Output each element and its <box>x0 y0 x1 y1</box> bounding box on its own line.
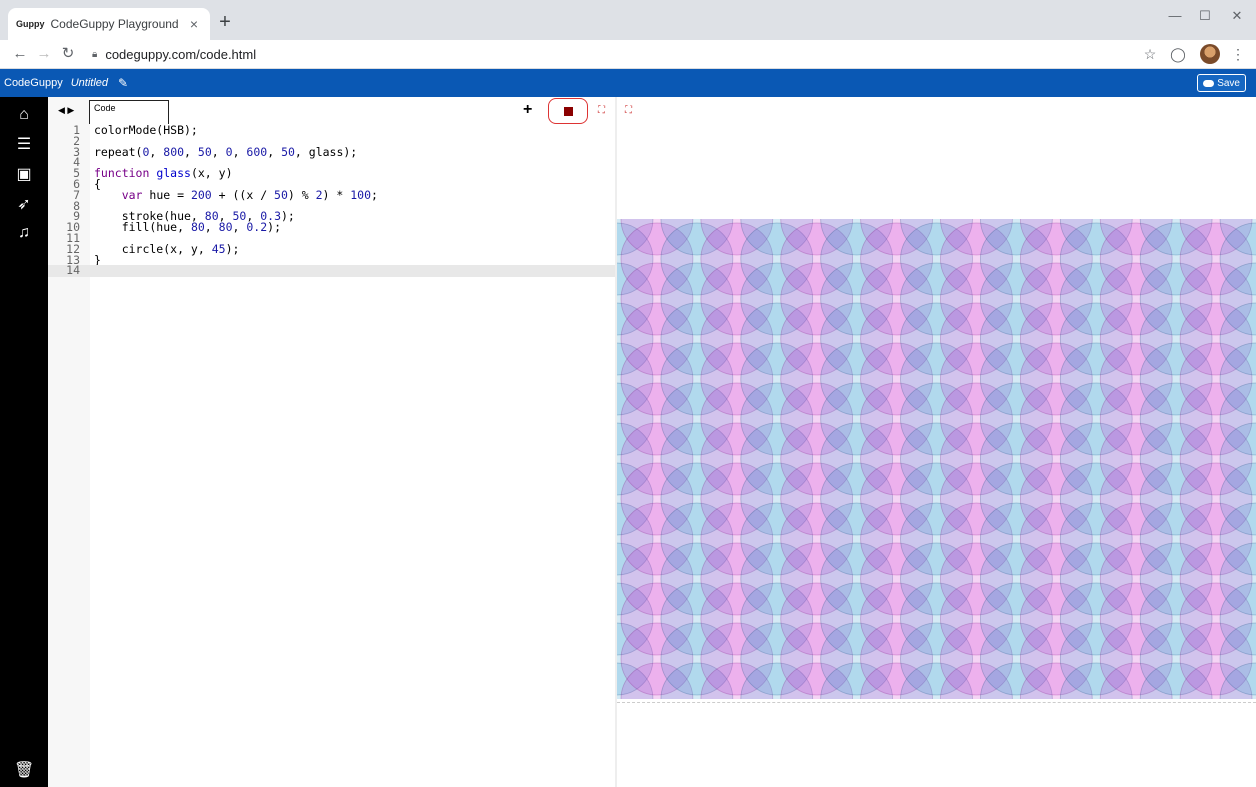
back-arrow-icon[interactable]: ← <box>10 44 30 64</box>
browser-menu-icon[interactable]: ⋮ <box>1228 44 1248 64</box>
browser-tab[interactable]: Guppy CodeGuppy Playground × <box>8 8 210 40</box>
panel-toggle-icon[interactable]: ◀ ▶ <box>58 105 74 116</box>
address-bar[interactable]: 🔒︎ codeguppy.com/code.html <box>88 42 1168 66</box>
code-line[interactable]: 1 colorMode(HSB); <box>48 123 615 137</box>
project-name[interactable]: Untitled <box>71 77 108 89</box>
url-text: codeguppy.com/code.html <box>105 46 257 62</box>
tab-close-icon[interactable]: × <box>186 16 202 32</box>
home-icon[interactable]: ⌂ <box>14 105 34 125</box>
line-code: } <box>94 252 101 267</box>
canvas-bottom-line <box>617 702 1256 703</box>
cloud-icon <box>1203 79 1215 87</box>
code-editor[interactable]: 1 colorMode(HSB); 2 3 repeat(0, 800, 50, 0, … <box>48 123 615 278</box>
line-code: var hue = 200 + ((x / 50) % 2) * 100; <box>121 187 378 202</box>
image-icon[interactable]: ▣ <box>14 165 34 185</box>
tab-code[interactable]: Code <box>89 100 169 124</box>
minimize-button[interactable]: — <box>1160 8 1190 28</box>
line-number: 14 <box>66 263 80 278</box>
code-line[interactable]: 7 var hue = 200 + ((x / 50) % 2) * 100; <box>48 187 615 202</box>
code-line[interactable]: 12 circle(x, y, 45); <box>48 241 615 256</box>
maximize-button[interactable]: ☐ <box>1190 8 1220 28</box>
expand-output-icon[interactable]: ⛶ <box>625 105 632 116</box>
menu-icon[interactable]: ☰ <box>14 135 34 155</box>
line-code: function glass(x, y) <box>94 166 233 181</box>
line-code: colorMode(HSB); <box>94 123 198 137</box>
code-line[interactable]: 5 function glass(x, y) <box>48 166 615 181</box>
new-tab-button[interactable]: + <box>214 12 236 34</box>
browser-tabstrip: Guppy CodeGuppy Playground × + — ☐ ✕ <box>0 0 1256 40</box>
output-panel: ⛶ <box>617 97 1256 787</box>
code-line[interactable]: 14 <box>48 263 615 278</box>
stop-icon <box>564 107 573 116</box>
app-header: CodeGuppy Untitled ✎ Save <box>0 69 1256 97</box>
reload-icon[interactable]: ↻ <box>58 44 78 64</box>
sidebar: ⌂ ☰ ▣ ➶ ♫ 🗑︎ <box>0 97 48 787</box>
lock-icon: 🔒︎ <box>92 48 98 60</box>
rocket-icon[interactable]: ➶ <box>14 195 34 215</box>
trash-icon[interactable]: 🗑︎ <box>14 761 34 781</box>
music-icon[interactable]: ♫ <box>14 223 34 243</box>
browser-toolbar: ← → ↻ 🔒︎ codeguppy.com/code.html ☆ ◯ ⋮ <box>0 40 1256 69</box>
code-line[interactable]: 10 fill(hue, 80, 80, 0.2); <box>48 220 615 235</box>
forward-arrow-icon[interactable]: → <box>34 44 54 64</box>
code-panel: ◀ ▶ Code + ⛶ 1 colorMode(HSB); 2 3 repeat(0,… <box>48 97 615 787</box>
expand-code-icon[interactable]: ⛶ <box>598 105 605 116</box>
tab-title: CodeGuppy Playground <box>50 17 179 31</box>
stop-button[interactable] <box>548 98 588 124</box>
save-button[interactable]: Save <box>1197 74 1246 92</box>
line-code: repeat(0, 800, 50, 0, 600, 50, glass); <box>94 144 358 159</box>
output-canvas <box>617 219 1256 699</box>
bookmark-star-icon[interactable]: ☆ <box>1140 44 1160 64</box>
line-code: circle(x, y, 45); <box>94 241 240 256</box>
line-code: fill(hue, 80, 80, 0.2); <box>94 220 282 235</box>
code-line[interactable]: 3 repeat(0, 800, 50, 0, 600, 50, glass); <box>48 144 615 159</box>
profile-avatar[interactable] <box>1200 44 1220 64</box>
pencil-icon[interactable]: ✎ <box>118 76 128 90</box>
brand-name[interactable]: CodeGuppy <box>4 77 63 89</box>
add-file-button[interactable]: + <box>523 101 532 119</box>
extension-icon[interactable]: ◯ <box>1168 44 1188 64</box>
favicon-icon: Guppy <box>16 19 45 29</box>
close-window-button[interactable]: ✕ <box>1222 8 1252 28</box>
code-line[interactable]: 13} <box>48 252 615 267</box>
